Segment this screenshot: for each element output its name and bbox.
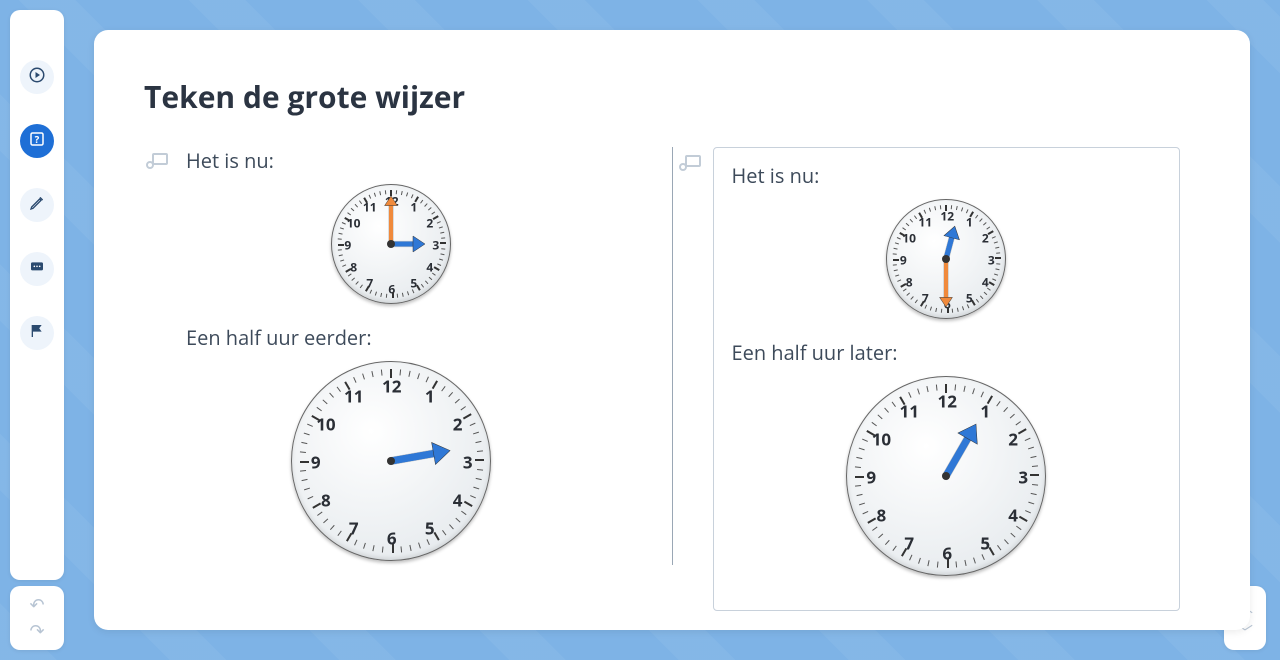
clock-number: 12 — [938, 390, 957, 413]
pencil-icon — [29, 194, 45, 216]
chat-button[interactable] — [20, 252, 54, 286]
clock-number: 10 — [347, 215, 361, 232]
right-now-row: Het is nu: — [732, 162, 1162, 189]
left-clock-task-wrap: 121234567891011 — [144, 361, 638, 561]
presenter-icon — [144, 151, 170, 171]
right-task-label: Een half uur later: — [732, 339, 898, 366]
right-task-row: Een half uur later: — [732, 339, 1162, 366]
clock-number: 8 — [321, 489, 331, 512]
clock-number: 3 — [432, 237, 439, 254]
flag-button[interactable] — [20, 316, 54, 350]
clock-number: 10 — [902, 230, 916, 247]
right-column: Het is nu: 121234567891011 Een half uur … — [687, 147, 1201, 611]
clock-number: 9 — [311, 451, 321, 474]
right-clock-now-wrap: 121234567891011 — [732, 199, 1162, 319]
chat-icon — [29, 258, 45, 280]
left-task-label: Een half uur eerder: — [186, 324, 372, 351]
right-clock-now: 121234567891011 — [886, 199, 1006, 319]
page-title: Teken de grote wijzer — [144, 76, 1200, 117]
clock-number: 3 — [463, 451, 473, 474]
left-task-row: . Een half uur eerder: — [144, 324, 638, 351]
right-frame: Het is nu: 121234567891011 Een half uur … — [713, 147, 1181, 611]
question-button[interactable]: ? — [20, 124, 54, 158]
clock-number: 8 — [877, 504, 887, 527]
question-icon: ? — [28, 130, 46, 153]
clock-number: 9 — [344, 237, 351, 254]
redo-icon: ↷ — [29, 619, 44, 643]
clock-number: 5 — [425, 516, 435, 539]
clock-number: 4 — [1008, 504, 1018, 527]
clock-number: 2 — [1008, 428, 1018, 451]
clock-number: 12 — [382, 375, 401, 398]
columns: Het is nu: 121234567891011 . Een half uu… — [144, 147, 1200, 611]
left-clock-now: 121234567891011 — [331, 184, 451, 304]
undo-redo-panel: ↶ ↷ — [10, 586, 64, 650]
column-divider — [672, 147, 673, 565]
clock-number: 12 — [940, 208, 954, 225]
left-column: Het is nu: 121234567891011 . Een half uu… — [144, 147, 658, 611]
flag-icon — [29, 322, 45, 344]
svg-text:?: ? — [35, 132, 40, 145]
left-now-label: Het is nu: — [186, 147, 274, 174]
undo-button[interactable]: ↶ — [20, 592, 54, 618]
left-now-row: Het is nu: — [144, 147, 638, 174]
right-clock-task-wrap: 121234567891011 — [732, 376, 1162, 576]
main-card: Teken de grote wijzer Het is nu: 1212345… — [94, 30, 1250, 630]
clock-number: 10 — [316, 413, 335, 436]
clock-number: 9 — [866, 466, 876, 489]
clock-number: 2 — [453, 413, 463, 436]
left-clock-now-wrap: 121234567891011 — [144, 184, 638, 304]
undo-icon: ↶ — [29, 593, 44, 617]
clock-number: 9 — [900, 252, 907, 269]
redo-button[interactable]: ↷ — [20, 618, 54, 644]
clock-number: 4 — [453, 489, 463, 512]
clock-number: 3 — [1018, 466, 1028, 489]
right-presenter-row — [677, 153, 703, 173]
left-clock-task[interactable]: 121234567891011 — [291, 361, 491, 561]
sidebar: ? — [10, 10, 64, 580]
clock-number: 8 — [906, 274, 913, 291]
right-now-label: Het is nu: — [732, 162, 820, 189]
play-icon — [28, 66, 46, 89]
play-button[interactable] — [20, 60, 54, 94]
clock-number: 10 — [872, 428, 891, 451]
right-clock-task[interactable]: 121234567891011 — [846, 376, 1046, 576]
clock-number: 5 — [980, 531, 990, 554]
presenter-icon — [677, 153, 703, 173]
edit-button[interactable] — [20, 188, 54, 222]
clock-number: 3 — [988, 252, 995, 269]
